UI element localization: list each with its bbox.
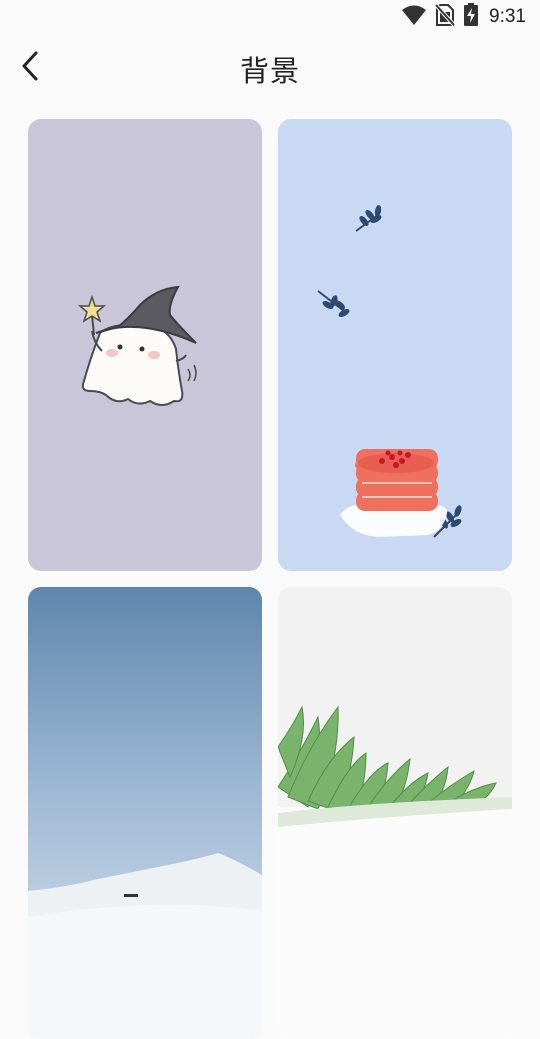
page-title: 背景 [239, 54, 300, 88]
background-card-snow-mountain[interactable] [28, 587, 262, 1039]
green-plant-image [278, 587, 512, 1039]
battery-charging-icon [463, 3, 479, 31]
status-bar: 9:31 [0, 0, 540, 34]
pancakes-image [278, 119, 512, 571]
snow-mountain-image [28, 587, 262, 1039]
app-bar: 背景 [0, 34, 540, 100]
no-sim-icon [434, 3, 456, 31]
ghost-witch-image [28, 119, 262, 571]
status-time: 9:31 [489, 6, 526, 27]
background-card-ghost-witch[interactable] [28, 119, 262, 571]
background-card-pancakes[interactable] [278, 119, 512, 571]
wifi-icon [401, 4, 427, 30]
status-icons: 9:31 [401, 3, 526, 31]
background-card-green-plant[interactable] [278, 587, 512, 1039]
